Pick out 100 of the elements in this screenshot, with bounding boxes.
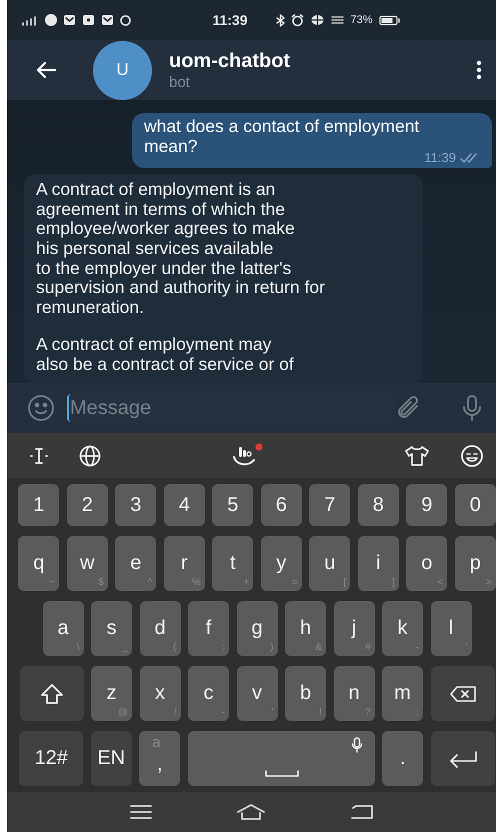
message-composer[interactable]: Message — [7, 383, 496, 433]
battery-percent: 73% — [350, 14, 373, 26]
key-hint: / — [174, 707, 176, 718]
key[interactable]: . — [382, 731, 424, 786]
key[interactable]: 2 — [66, 484, 108, 526]
key[interactable]: 5 — [212, 484, 254, 526]
key[interactable]: l ' — [430, 601, 472, 656]
key[interactable]: h & — [285, 601, 326, 656]
key[interactable]: k - — [382, 601, 423, 656]
bluetooth-icon — [276, 14, 284, 26]
message-text: what does a contact of employment mean? — [144, 117, 420, 156]
key[interactable]: 9 — [406, 484, 448, 526]
clock-time: 11:39 — [212, 12, 248, 28]
key-hint: ' — [272, 707, 274, 718]
key-hint: + — [243, 577, 250, 588]
space-bar-icon — [264, 770, 300, 778]
key[interactable]: 8 — [358, 484, 399, 526]
shift-arrow-icon — [40, 682, 64, 704]
key[interactable]: z @ — [91, 666, 132, 721]
data-speed-icon — [330, 14, 344, 26]
key-hint: @ — [118, 707, 128, 718]
globe-icon[interactable] — [79, 444, 101, 466]
more-menu-icon[interactable] — [476, 60, 482, 80]
key[interactable]: q ~ — [18, 536, 60, 591]
key-hint: - — [416, 642, 419, 653]
shift-key[interactable] — [20, 666, 84, 721]
key[interactable]: b ! — [285, 666, 326, 721]
key-hint: = — [292, 577, 298, 588]
key[interactable]: 6 — [260, 484, 302, 526]
signal-icon — [21, 14, 39, 26]
key-hint: ' — [466, 642, 468, 653]
back-arrow-icon[interactable] — [35, 61, 57, 79]
key-hint: ) — [270, 642, 274, 653]
globe-icon — [310, 14, 324, 26]
key[interactable]: y = — [260, 536, 302, 591]
key-hint: - — [222, 707, 225, 718]
key[interactable]: 0 — [454, 484, 496, 526]
message-time: 11:39 — [424, 150, 456, 166]
home-icon[interactable] — [236, 803, 266, 821]
message-text: A contract of employment may also be a contract of service or of — [36, 335, 295, 375]
key[interactable]: r % — [164, 536, 205, 591]
video-icon — [82, 14, 95, 26]
key-hint: $ — [98, 577, 104, 588]
key-hint: : — [222, 642, 225, 653]
key[interactable]: p > — [454, 536, 496, 591]
key-hint: ! — [319, 707, 322, 718]
key[interactable]: a \ — [42, 601, 84, 656]
key[interactable]: x / — [140, 666, 180, 721]
key[interactable]: s _ — [91, 601, 132, 656]
mail-icon — [101, 14, 114, 26]
chat-title: uom-chatbot — [169, 50, 290, 72]
back-icon[interactable] — [350, 804, 374, 820]
key-hint: \ — [76, 642, 80, 653]
key-hint: ? — [364, 707, 370, 718]
enter-arrow-icon — [448, 750, 478, 768]
key[interactable]: j # — [334, 601, 374, 656]
key-hint: & — [315, 642, 322, 653]
key-hint: ( — [173, 642, 176, 653]
key-hint: > — [486, 577, 492, 588]
key-hint: ~ — [49, 577, 56, 588]
key[interactable]: c - — [188, 666, 229, 721]
key[interactable]: i ] — [358, 536, 399, 591]
key[interactable]: m ; — [382, 666, 423, 721]
backspace-key[interactable] — [430, 666, 494, 721]
key[interactable]: e ^ — [115, 536, 156, 591]
key[interactable]: 12# — [19, 731, 84, 786]
key[interactable]: u [ — [309, 536, 350, 591]
key[interactable]: d ( — [140, 601, 180, 656]
key[interactable]: f : — [188, 601, 229, 656]
microphone-icon[interactable] — [461, 394, 483, 422]
key[interactable]: EN — [90, 731, 132, 786]
key[interactable]: n ? — [334, 666, 374, 721]
key[interactable]: 1 — [18, 484, 60, 526]
swipe-hand-icon[interactable] — [231, 442, 263, 468]
key[interactable]: o < — [406, 536, 448, 591]
key[interactable]: t + — [212, 536, 254, 591]
menu-icon[interactable] — [128, 804, 153, 820]
enter-key[interactable] — [430, 731, 495, 786]
key-hint: # — [364, 642, 370, 653]
chat-subtitle: bot — [169, 74, 191, 90]
key[interactable]: 7 — [309, 484, 350, 526]
key[interactable]: g ) — [236, 601, 278, 656]
key[interactable]: v ' — [236, 666, 278, 721]
key-hint: < — [437, 577, 444, 588]
key[interactable]: 3 — [115, 484, 156, 526]
message-text: A contract of employment is an agreement in terms of which the employee/worker agrees to make his personal services available to the employer under the latter's supervision and authority in return for remuneration. — [36, 180, 326, 318]
key-hint: [ — [343, 577, 346, 588]
alarm-icon — [290, 14, 304, 26]
text-cursor-icon[interactable] — [29, 446, 49, 466]
key-hint: ^ — [148, 577, 152, 588]
mail-icon — [63, 14, 76, 26]
avatar[interactable]: U — [93, 40, 152, 100]
key-hint: % — [192, 577, 201, 588]
key[interactable]: w $ — [66, 536, 108, 591]
key-hint: ] — [392, 577, 395, 588]
key-hint: _ — [122, 642, 128, 653]
key[interactable]: 4 — [164, 484, 205, 526]
key-hint: ; — [416, 707, 419, 718]
shirt-icon[interactable] — [404, 444, 430, 466]
microphone-icon — [350, 737, 363, 753]
